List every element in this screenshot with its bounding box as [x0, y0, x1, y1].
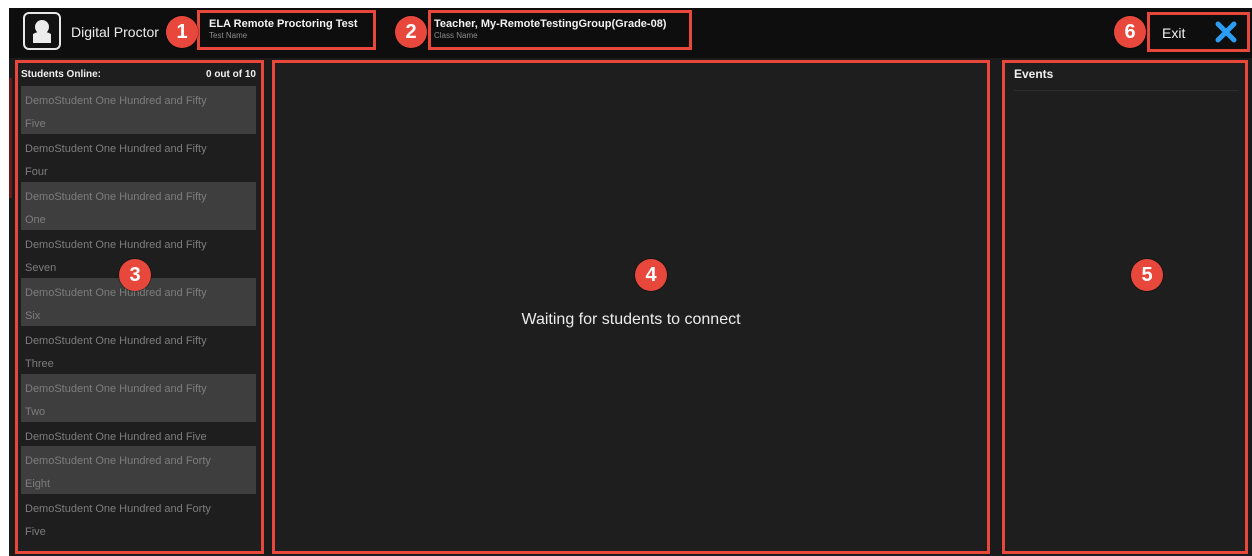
callout-badge-5: 5 [1131, 259, 1163, 291]
callout-outline-class-name [428, 10, 692, 50]
app-logo [23, 12, 61, 50]
app-title: Digital Proctor [71, 24, 159, 40]
callout-outline-events [1002, 60, 1248, 554]
callout-badge-1: 1 [166, 16, 198, 48]
edge-marker [9, 78, 12, 198]
callout-outline-students [15, 60, 264, 554]
callout-badge-2: 2 [395, 16, 427, 48]
callout-badge-3: 3 [119, 259, 151, 291]
app-window: Digital Proctor ELA Remote Proctoring Te… [9, 8, 1252, 556]
callout-outline-test-name [197, 10, 376, 50]
callout-outline-exit [1147, 12, 1250, 52]
proctor-logo-icon [33, 20, 51, 43]
callout-outline-monitor [272, 60, 990, 554]
callout-badge-4: 4 [635, 259, 667, 291]
callout-badge-6: 6 [1114, 16, 1146, 48]
